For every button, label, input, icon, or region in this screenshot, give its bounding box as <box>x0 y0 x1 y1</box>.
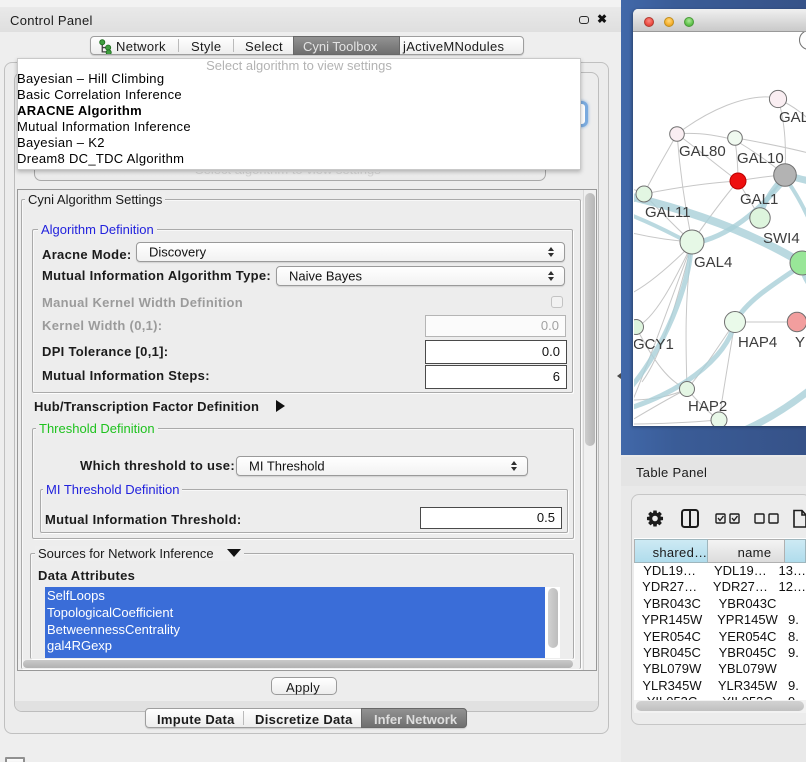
svg-text:HAP4: HAP4 <box>738 334 777 351</box>
svg-text:SWI4: SWI4 <box>763 230 800 247</box>
svg-text:YM: YM <box>795 334 806 351</box>
svg-text:GAL10: GAL10 <box>737 150 784 167</box>
svg-text:HAP2: HAP2 <box>688 398 727 415</box>
svg-text:GAL4: GAL4 <box>694 254 732 271</box>
svg-text:GAL11: GAL11 <box>645 204 691 221</box>
svg-text:GCY1: GCY1 <box>634 336 674 353</box>
svg-text:GAL80: GAL80 <box>679 143 726 160</box>
svg-text:GAL1: GAL1 <box>740 191 778 208</box>
svg-text:GAL2: GAL2 <box>779 109 806 126</box>
